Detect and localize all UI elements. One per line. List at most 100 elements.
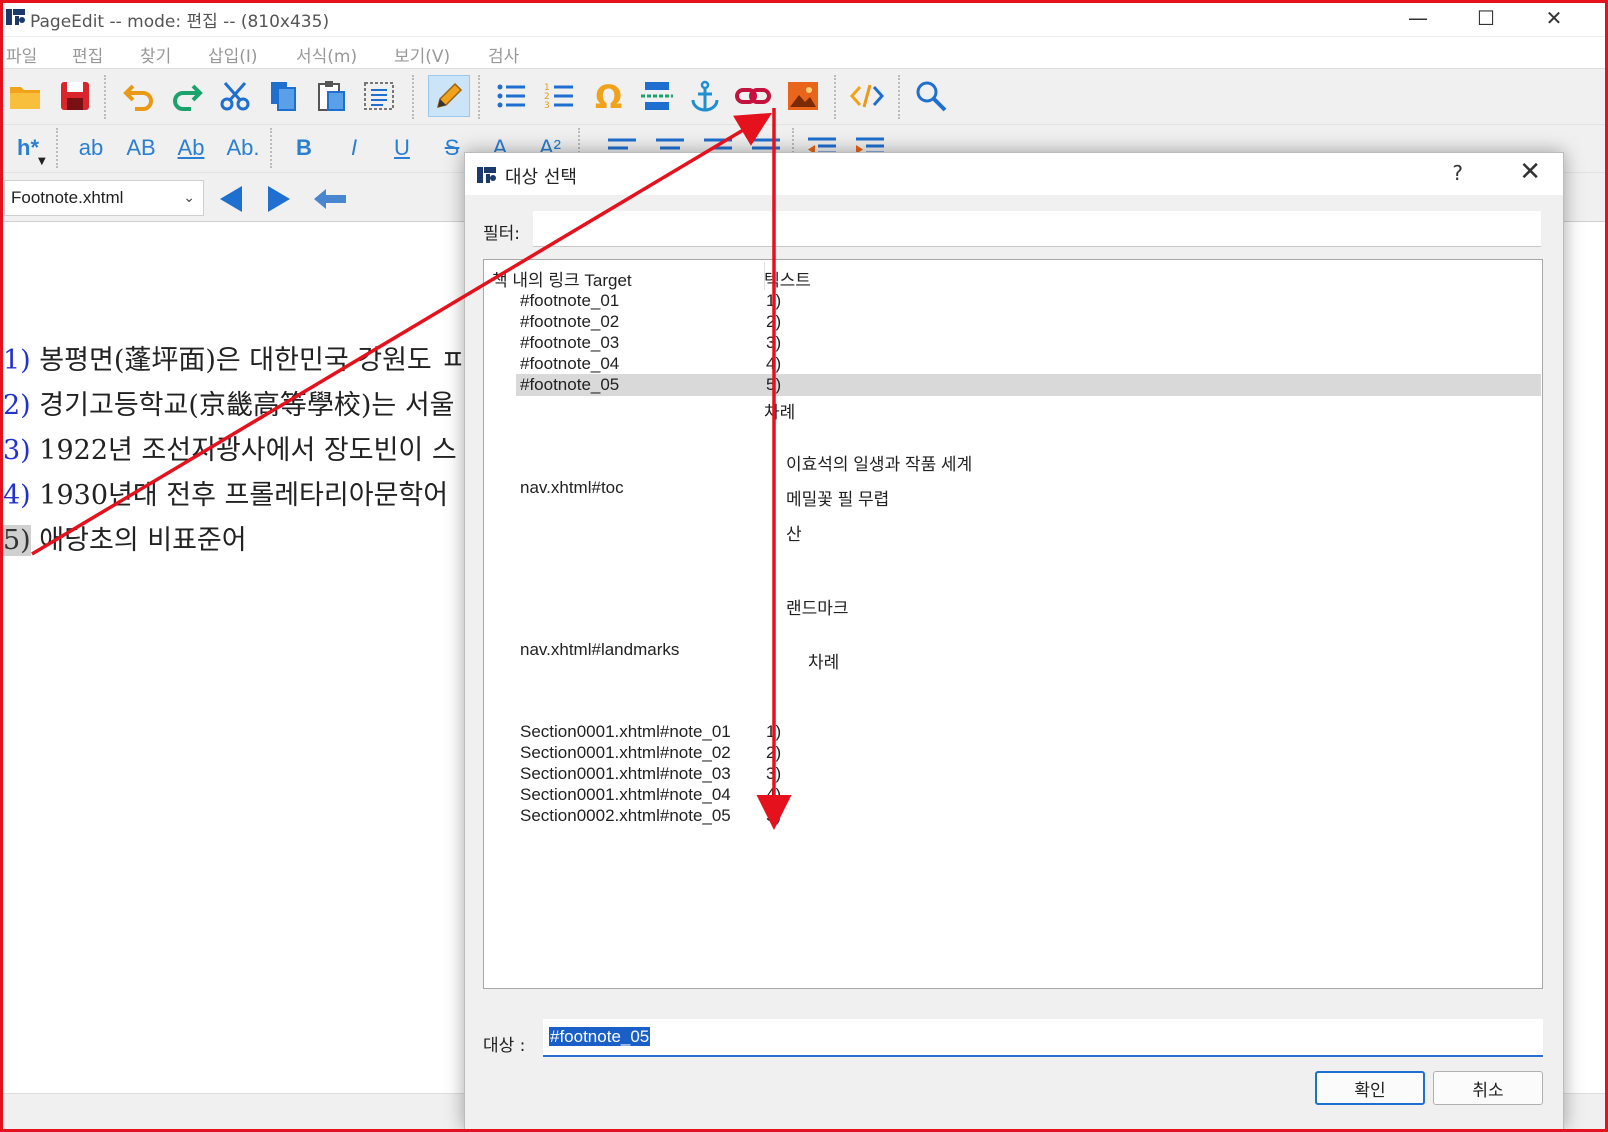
app-logo-icon bbox=[6, 9, 25, 25]
previous-file-icon[interactable] bbox=[218, 184, 244, 214]
redo-icon[interactable] bbox=[166, 75, 208, 117]
insert-image-icon[interactable] bbox=[782, 75, 824, 117]
minimize-button[interactable]: — bbox=[1398, 4, 1438, 32]
help-button[interactable]: ? bbox=[1452, 161, 1463, 185]
list-item[interactable]: #footnote_02 2) bbox=[516, 311, 1541, 333]
title-bar: PageEdit -- mode: 편집 -- (810x435) — ☐ ✕ bbox=[0, 0, 1608, 36]
menu-file[interactable]: 파일 bbox=[6, 42, 37, 67]
list-item[interactable]: #footnote_03 3) bbox=[516, 332, 1541, 354]
footnote-number[interactable]: 1) bbox=[3, 345, 31, 376]
bold-button[interactable]: B bbox=[284, 130, 324, 166]
footnote-number[interactable]: 3) bbox=[3, 435, 31, 466]
close-window-button[interactable]: ✕ bbox=[1534, 4, 1574, 32]
bullet-list-icon[interactable] bbox=[490, 75, 532, 117]
save-icon[interactable] bbox=[54, 75, 96, 117]
underline-button[interactable]: U bbox=[382, 130, 422, 166]
link-target-list[interactable]: 책 내의 링크 Target 텍스트 #footnote_01 1) #footn… bbox=[483, 259, 1543, 989]
landmarks-target[interactable]: nav.xhtml#landmarks bbox=[520, 640, 679, 660]
row-target: #footnote_04 bbox=[520, 354, 620, 373]
insert-link-icon[interactable] bbox=[732, 75, 774, 117]
undo-icon[interactable] bbox=[118, 75, 160, 117]
row-target: Section0001.xhtml#note_01 bbox=[520, 722, 731, 741]
row-target: Section0002.xhtml#note_05 bbox=[520, 806, 731, 825]
target-input-value: #footnote_05 bbox=[549, 1027, 651, 1046]
toc-item[interactable]: 이효석의 일생과 작품 세계 bbox=[786, 450, 972, 475]
list-item[interactable]: #footnote_01 1) bbox=[516, 290, 1541, 312]
footnote-number[interactable]: 4) bbox=[3, 480, 31, 511]
filter-input[interactable] bbox=[533, 211, 1541, 247]
dialog-close-button[interactable]: ✕ bbox=[1519, 157, 1541, 187]
list-item[interactable]: Section0001.xhtml#note_01 1) bbox=[516, 721, 1541, 743]
footnote-number[interactable]: 2) bbox=[3, 390, 31, 421]
ok-button[interactable]: 확인 bbox=[1315, 1071, 1425, 1105]
list-item[interactable]: Section0001.xhtml#note_03 3) bbox=[516, 763, 1541, 785]
list-item[interactable]: Section0001.xhtml#note_04 4) bbox=[516, 784, 1541, 806]
file-select-dropdown[interactable]: Footnote.xhtml ⌄ bbox=[4, 180, 204, 216]
toolbar-grip[interactable] bbox=[412, 75, 416, 119]
target-input[interactable]: #footnote_05 bbox=[543, 1019, 1543, 1057]
toc-item[interactable]: 메밀꽃 필 무렵 bbox=[786, 485, 889, 510]
lowercase-button[interactable]: ab bbox=[68, 130, 114, 166]
sentencecase-button[interactable]: Ab. bbox=[216, 130, 270, 166]
svg-text:3: 3 bbox=[544, 101, 550, 111]
row-text: 1) bbox=[766, 722, 782, 741]
titlecase-button[interactable]: Ab bbox=[166, 130, 216, 166]
toc-target[interactable]: nav.xhtml#toc bbox=[520, 478, 624, 498]
toolbar-grip[interactable] bbox=[478, 75, 482, 119]
column-header-target[interactable]: 책 내의 링크 Target bbox=[492, 266, 632, 291]
edit-mode-pencil-icon[interactable] bbox=[428, 75, 470, 117]
uppercase-button[interactable]: AB bbox=[116, 130, 166, 166]
menu-format[interactable]: 서식(m) bbox=[296, 42, 357, 67]
list-item[interactable]: Section0001.xhtml#note_02 2) bbox=[516, 742, 1541, 764]
open-folder-icon[interactable] bbox=[4, 75, 46, 117]
column-header-text[interactable]: 텍스트 bbox=[764, 266, 811, 291]
footnote-number-selected[interactable]: 5) bbox=[3, 525, 31, 556]
footnote-line-2[interactable]: 2) 경기고등학교(京畿高等學校)는 서울 bbox=[3, 383, 455, 422]
copy-icon[interactable] bbox=[262, 75, 304, 117]
toolbar-grip[interactable] bbox=[270, 128, 274, 168]
toc-heading[interactable]: 차례 bbox=[764, 398, 795, 423]
back-arrow-icon[interactable] bbox=[312, 186, 348, 212]
code-view-icon[interactable] bbox=[846, 75, 888, 117]
menu-insert[interactable]: 삽입(I) bbox=[208, 42, 258, 67]
next-file-icon[interactable] bbox=[266, 184, 292, 214]
search-icon[interactable] bbox=[910, 75, 952, 117]
footnote-text: 봉평면(蓬坪面)은 대한민국 강원도 ㅍ bbox=[30, 345, 466, 376]
menu-edit[interactable]: 편집 bbox=[72, 42, 103, 67]
footnote-line-1[interactable]: 1) 봉평면(蓬坪面)은 대한민국 강원도 ㅍ bbox=[3, 338, 465, 377]
list-item[interactable]: #footnote_04 4) bbox=[516, 353, 1541, 375]
special-character-omega-icon[interactable]: Ω bbox=[588, 75, 630, 117]
italic-button[interactable]: I bbox=[334, 130, 374, 166]
toolbar-grip[interactable] bbox=[898, 75, 902, 119]
toolbar-grip[interactable] bbox=[834, 75, 838, 119]
menu-view[interactable]: 보기(V) bbox=[394, 42, 450, 67]
footnote-line-4[interactable]: 4) 1930년대 전후 프롤레타리아문학어 bbox=[3, 473, 448, 512]
list-item-selected[interactable]: #footnote_05 5) bbox=[516, 374, 1541, 396]
footnote-text: 경기고등학교(京畿高等學校)는 서울 bbox=[30, 390, 455, 421]
paste-icon[interactable] bbox=[310, 75, 352, 117]
cut-icon[interactable] bbox=[214, 75, 256, 117]
footnote-text: 1930년대 전후 프롤레타리아문학어 bbox=[30, 480, 449, 511]
landmarks-heading[interactable]: 랜드마크 bbox=[786, 594, 849, 619]
cancel-button[interactable]: 취소 bbox=[1433, 1071, 1543, 1105]
landmarks-item[interactable]: 차례 bbox=[808, 648, 839, 673]
anchor-icon[interactable] bbox=[684, 75, 726, 117]
menu-inspect[interactable]: 검사 bbox=[488, 42, 519, 67]
row-text: 4) bbox=[766, 354, 782, 373]
toolbar-grip[interactable] bbox=[56, 128, 60, 168]
maximize-button[interactable]: ☐ bbox=[1466, 4, 1506, 32]
filter-label: 필터: bbox=[483, 224, 521, 244]
numbered-list-icon[interactable]: 123 bbox=[538, 75, 580, 117]
insert-id-icon[interactable] bbox=[636, 75, 678, 117]
menu-find[interactable]: 찾기 bbox=[140, 42, 171, 67]
toc-item[interactable]: 산 bbox=[786, 520, 802, 545]
list-item[interactable]: Section0002.xhtml#note_05 5) bbox=[516, 805, 1541, 827]
select-all-icon[interactable] bbox=[358, 75, 400, 117]
footnote-line-5[interactable]: 5) 애당초의 비표준어 bbox=[3, 518, 247, 557]
toolbar-grip[interactable] bbox=[104, 75, 108, 119]
row-target: Section0001.xhtml#note_02 bbox=[520, 743, 731, 762]
window-title: PageEdit -- mode: 편집 -- (810x435) bbox=[30, 12, 330, 32]
row-text: 5) bbox=[766, 806, 782, 825]
chevron-down-icon[interactable]: ▼ bbox=[38, 156, 46, 167]
footnote-line-3[interactable]: 3) 1922년 조선지광사에서 장도빈이 스 bbox=[3, 428, 457, 467]
